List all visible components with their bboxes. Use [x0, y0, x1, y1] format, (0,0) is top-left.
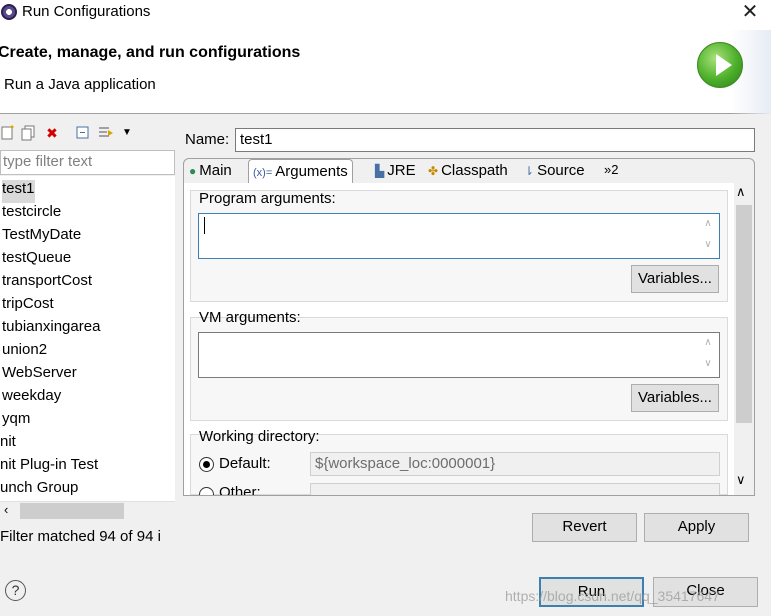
list-item[interactable]: weekday: [2, 387, 61, 410]
name-input[interactable]: test1: [235, 128, 755, 152]
window-title: Run Configurations: [22, 3, 151, 20]
list-item[interactable]: nit: [0, 433, 16, 456]
scroll-up-icon[interactable]: ∧: [736, 184, 746, 200]
header-banner: [0, 26, 771, 114]
classpath-tab-icon: ✤: [428, 164, 439, 178]
vertical-scroll-thumb[interactable]: [736, 205, 752, 423]
default-directory-field: ${workspace_loc:0000001}: [310, 452, 720, 476]
banner-subtitle: Run a Java application: [4, 76, 156, 93]
other-radio[interactable]: [199, 487, 214, 495]
list-item[interactable]: union2: [2, 341, 47, 364]
list-item[interactable]: TestMyDate: [2, 226, 81, 249]
textarea-scroll-down-icon[interactable]: ∨: [702, 236, 714, 254]
list-item[interactable]: testQueue: [2, 249, 71, 272]
dropdown-arrow-icon[interactable]: ▼: [119, 125, 135, 141]
tab-arguments-label: Arguments: [275, 163, 348, 180]
new-configuration-icon[interactable]: [0, 125, 16, 141]
text-caret: [204, 217, 205, 234]
horizontal-scroll-thumb[interactable]: [20, 503, 124, 519]
tab-arguments[interactable]: (x)= Arguments: [248, 159, 353, 184]
tab-source-label: Source: [537, 162, 585, 179]
config-toolbar: ✖ ▼: [0, 121, 175, 147]
tab-jre-label: JRE: [387, 162, 416, 179]
working-directory-label: Working directory:: [199, 428, 320, 445]
tab-classpath-label: Classpath: [441, 162, 508, 179]
tab-main-label: Main: [199, 162, 232, 179]
default-label: Default:: [219, 455, 271, 472]
vm-textarea-scroll-down-icon[interactable]: ∨: [702, 355, 714, 373]
scroll-left-icon[interactable]: ‹: [4, 502, 8, 517]
other-label: Other:: [219, 484, 261, 495]
filter-placeholder: type filter text: [3, 153, 93, 170]
scroll-down-icon[interactable]: ∨: [736, 472, 746, 488]
filter-icon[interactable]: [98, 125, 114, 141]
close-window-icon[interactable]: ✕: [738, 0, 762, 24]
filter-status-text: Filter matched 94 of 94 i: [0, 528, 161, 545]
tab-classpath[interactable]: ✤ Classpath: [424, 159, 512, 183]
duplicate-icon[interactable]: [21, 125, 37, 141]
program-variables-button[interactable]: Variables...: [631, 265, 719, 293]
list-item[interactable]: test1: [2, 180, 35, 203]
jre-tab-icon: ▙: [375, 164, 385, 178]
program-arguments-label: Program arguments:: [199, 190, 336, 207]
program-arguments-textarea[interactable]: [198, 213, 720, 259]
vm-arguments-textarea[interactable]: [198, 332, 720, 378]
default-radio[interactable]: [199, 457, 214, 472]
other-row-clip: Other:: [184, 483, 734, 495]
source-tab-icon: ⇂: [524, 164, 535, 178]
banner-title: Create, manage, and run configurations: [0, 44, 301, 61]
arguments-tab-icon: (x)=: [253, 167, 273, 179]
watermark-text: https://blog.csdn.net/qq_35417647: [505, 588, 720, 604]
main-tab-icon: ●: [189, 164, 197, 178]
list-item[interactable]: nit Plug-in Test: [0, 456, 98, 479]
textarea-scroll-up-icon[interactable]: ∧: [702, 215, 714, 233]
list-item[interactable]: yqm: [2, 410, 30, 433]
tab-jre[interactable]: ▙ JRE: [371, 159, 420, 183]
revert-button[interactable]: Revert: [532, 513, 637, 542]
list-item[interactable]: testcircle: [2, 203, 61, 226]
tab-main[interactable]: ● Main: [185, 159, 236, 183]
delete-icon[interactable]: ✖: [44, 125, 60, 141]
list-item[interactable]: unch Group: [0, 479, 78, 501]
list-item[interactable]: tubianxingarea: [2, 318, 100, 341]
list-item[interactable]: WebServer: [2, 364, 77, 387]
list-item[interactable]: transportCost: [2, 272, 92, 295]
collapse-all-icon[interactable]: [75, 125, 91, 141]
vm-variables-button[interactable]: Variables...: [631, 384, 719, 412]
help-icon[interactable]: ?: [5, 580, 26, 601]
apply-button[interactable]: Apply: [644, 513, 749, 542]
list-item[interactable]: tripCost: [2, 295, 54, 318]
name-label: Name:: [185, 131, 230, 148]
configuration-list[interactable]: test1 testcircle TestMyDate testQueue tr…: [0, 176, 175, 501]
eclipse-app-icon: [1, 4, 17, 20]
more-tabs-icon[interactable]: »2: [600, 159, 622, 183]
vm-arguments-label: VM arguments:: [199, 309, 301, 326]
other-directory-field[interactable]: [310, 483, 720, 495]
run-logo-triangle: [716, 54, 732, 76]
vm-textarea-scroll-up-icon[interactable]: ∧: [702, 334, 714, 352]
tab-source[interactable]: ⇂ Source: [520, 159, 589, 183]
